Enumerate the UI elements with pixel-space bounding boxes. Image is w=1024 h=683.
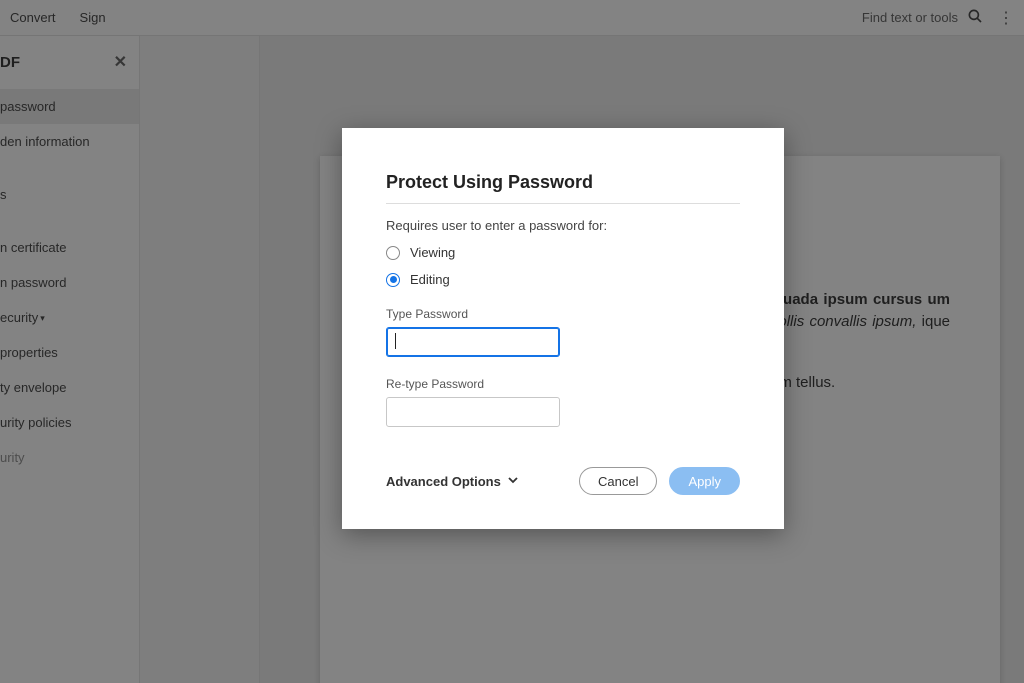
- type-password-input[interactable]: [386, 327, 560, 357]
- retype-password-input[interactable]: [386, 397, 560, 427]
- modal-title: Protect Using Password: [386, 172, 740, 204]
- retype-password-label: Re-type Password: [386, 377, 740, 391]
- chevron-down-icon: [507, 474, 519, 489]
- radio-viewing-label: Viewing: [410, 245, 455, 260]
- radio-viewing[interactable]: Viewing: [386, 245, 740, 260]
- radio-icon: [386, 246, 400, 260]
- type-password-label: Type Password: [386, 307, 740, 321]
- app-root: Convert Sign Find text or tools ⋮ DF ✕ p…: [0, 0, 1024, 683]
- text-caret: [395, 333, 396, 349]
- apply-button[interactable]: Apply: [669, 467, 740, 495]
- password-modal: Protect Using Password Requires user to …: [342, 128, 784, 529]
- advanced-options[interactable]: Advanced Options: [386, 474, 519, 489]
- radio-editing[interactable]: Editing: [386, 272, 740, 287]
- radio-icon: [386, 273, 400, 287]
- cancel-button[interactable]: Cancel: [579, 467, 657, 495]
- advanced-options-label: Advanced Options: [386, 474, 501, 489]
- modal-subtitle: Requires user to enter a password for:: [386, 218, 740, 233]
- radio-editing-label: Editing: [410, 272, 450, 287]
